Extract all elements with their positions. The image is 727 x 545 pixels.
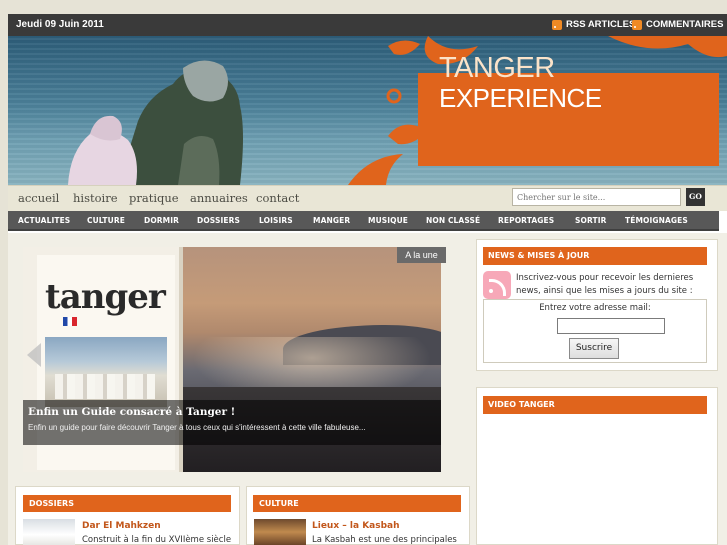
ornament-shape xyxy=(388,40,420,55)
french-flag-icon xyxy=(63,317,77,326)
menu-item-accueil[interactable]: accueil xyxy=(18,191,59,205)
search-input[interactable] xyxy=(512,188,681,206)
rss-icon[interactable] xyxy=(483,271,511,299)
ornament-swirl xyxy=(386,88,402,104)
ornament-shape xyxy=(608,36,727,58)
page: Jeudi 09 Juin 2011 RSS ARTICLES COMMENTA… xyxy=(0,0,727,545)
menu-item-histoire[interactable]: histoire xyxy=(73,191,118,205)
logo-text-tanger[interactable]: TANGER xyxy=(439,52,555,85)
category-item-dossiers[interactable]: DOSSIERS xyxy=(197,216,240,225)
newsletter-heading: NEWS & MISES À JOUR xyxy=(483,247,707,265)
rss-articles-link[interactable]: RSS ARTICLES xyxy=(552,19,635,30)
featured-excerpt: Enfin un guide pour faire découvrir Tang… xyxy=(28,423,366,432)
top-bar: Jeudi 09 Juin 2011 RSS ARTICLES COMMENTA… xyxy=(8,14,727,36)
dossiers-post-thumbnail[interactable] xyxy=(23,519,75,545)
category-item-loisirs[interactable]: LOISIRS xyxy=(259,216,293,225)
rss-icon xyxy=(552,19,562,30)
category-item-culture[interactable]: CULTURE xyxy=(87,216,125,225)
rss-comments-link[interactable]: COMMENTAIRES xyxy=(632,19,723,30)
menu-item-contact[interactable]: contact xyxy=(256,191,299,205)
book-cover-photo xyxy=(45,337,167,407)
category-item-musique[interactable]: MUSIQUE xyxy=(368,216,408,225)
book-cover-title: tanger xyxy=(45,277,166,317)
category-item-manger[interactable]: MANGER xyxy=(313,216,350,225)
featured-badge: A la une xyxy=(397,247,446,263)
rss-comments-label: COMMENTAIRES xyxy=(646,19,724,30)
culture-heading: CULTURE xyxy=(253,495,461,512)
newsletter-text: Inscrivez-vous pour recevoir les dernier… xyxy=(516,273,694,296)
logo-text-experience[interactable]: EXPERIENCE xyxy=(439,83,602,114)
menu-item-annuaires[interactable]: annuaires xyxy=(190,191,248,205)
category-item-sortir[interactable]: SORTIR xyxy=(575,216,607,225)
dossiers-post-excerpt: Construit à la fin du XVIIème siècle xyxy=(82,535,232,545)
culture-post-title[interactable]: Lieux – la Kasbah xyxy=(312,521,400,531)
email-field[interactable] xyxy=(557,318,665,334)
email-label: Entrez votre adresse mail: xyxy=(539,303,651,313)
current-date: Jeudi 09 Juin 2011 xyxy=(16,19,104,30)
culture-post-excerpt: La Kasbah est une des principales xyxy=(312,535,457,545)
culture-post-thumbnail[interactable] xyxy=(254,519,306,545)
search-go-button[interactable]: GO xyxy=(686,188,705,206)
video-heading: VIDEO TANGER xyxy=(483,396,707,414)
dossiers-post-title[interactable]: Dar El Mahkzen xyxy=(82,521,161,531)
category-item-non-classe[interactable]: NON CLASSÉ xyxy=(426,216,480,225)
rss-articles-label: RSS ARTICLES xyxy=(566,19,636,30)
menu-item-pratique[interactable]: pratique xyxy=(129,191,179,205)
category-item-temoignages[interactable]: TÉMOIGNAGES xyxy=(625,216,688,225)
slider-prev-arrow-icon[interactable] xyxy=(27,343,41,367)
category-item-reportages[interactable]: REPORTAGES xyxy=(498,216,554,225)
dossiers-heading: DOSSIERS xyxy=(23,495,231,512)
subscribe-button[interactable]: Suscrire xyxy=(569,338,619,359)
rss-icon xyxy=(632,19,642,30)
header-banner xyxy=(8,36,727,185)
category-item-actualites[interactable]: ACTUALITES xyxy=(18,216,70,225)
featured-title[interactable]: Enfin un Guide consacré à Tanger ! xyxy=(28,406,235,418)
category-item-dormir[interactable]: DORMIR xyxy=(144,216,179,225)
